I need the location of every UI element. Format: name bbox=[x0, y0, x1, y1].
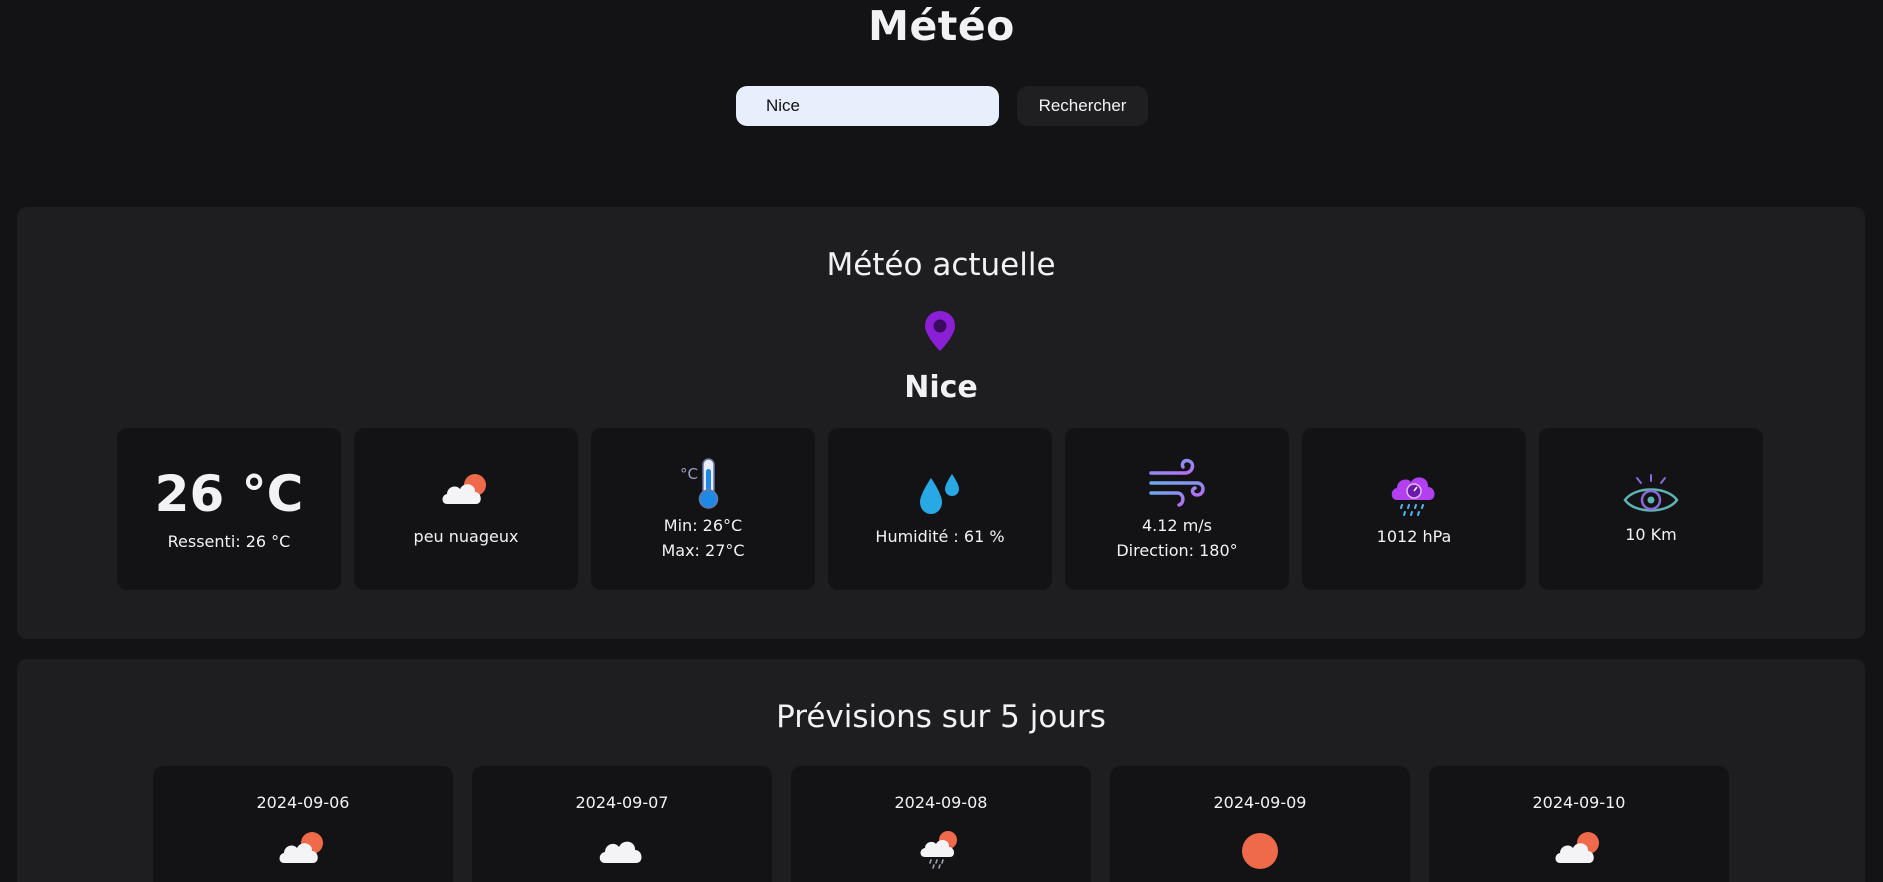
pressure-card: 1012 hPa bbox=[1302, 428, 1526, 590]
temperature-min: Min: 26°C bbox=[663, 516, 743, 535]
wind-direction: Direction: 180° bbox=[1116, 541, 1238, 560]
current-weather-title: Météo actuelle bbox=[826, 247, 1056, 283]
search-bar: Rechercher bbox=[736, 86, 1148, 126]
thermometer-icon: °C bbox=[680, 458, 719, 509]
cloud-sun-icon bbox=[1555, 832, 1599, 863]
visibility-value: 10 Km bbox=[1625, 524, 1677, 544]
feels-like-label: Ressenti: 26 °C bbox=[167, 531, 291, 551]
current-weather-panel: Météo actuelle Nice 26 °C Ressenti: 26 °… bbox=[17, 207, 1865, 639]
forecast-day-card: 2024-09-09 bbox=[1110, 766, 1410, 882]
forecast-day-card: 2024-09-08 bbox=[791, 766, 1091, 882]
wind-card: 4.12 m/s Direction: 180° bbox=[1065, 428, 1289, 590]
app-title: Météo bbox=[868, 2, 1015, 50]
humidity-value: Humidité : 61 % bbox=[875, 526, 1005, 546]
forecast-date: 2024-09-10 bbox=[1532, 793, 1626, 812]
forecast-cards: 2024-09-06 2024-09-07 2024-09-08 2024-09… bbox=[153, 766, 1729, 882]
rain-cloud-sun-icon bbox=[920, 831, 957, 869]
visibility-card: 10 Km bbox=[1539, 428, 1763, 590]
weather-description: peu nuageux bbox=[413, 526, 519, 546]
storm-cloud-icon bbox=[1391, 476, 1435, 516]
temperature-value: 26 °C bbox=[154, 464, 304, 523]
forecast-date: 2024-09-09 bbox=[1213, 793, 1307, 812]
water-drops-icon bbox=[920, 473, 959, 514]
forecast-date: 2024-09-08 bbox=[894, 793, 988, 812]
forecast-panel: Prévisions sur 5 jours 2024-09-06 2024-0… bbox=[17, 659, 1865, 882]
forecast-day-card: 2024-09-10 bbox=[1429, 766, 1729, 882]
humidity-card: Humidité : 61 % bbox=[828, 428, 1052, 590]
temperature-card: 26 °C Ressenti: 26 °C bbox=[117, 428, 341, 590]
city-name: Nice bbox=[904, 370, 978, 405]
description-card: peu nuageux bbox=[354, 428, 578, 590]
search-button[interactable]: Rechercher bbox=[1017, 86, 1148, 126]
search-input[interactable] bbox=[736, 86, 999, 126]
min-max-card: °C Min: 26°C Max: 27°C bbox=[591, 428, 815, 590]
forecast-date: 2024-09-06 bbox=[256, 793, 350, 812]
current-weather-cards: 26 °C Ressenti: 26 °C peu nuageux °C Min… bbox=[117, 428, 1763, 590]
pressure-value: 1012 hPa bbox=[1376, 526, 1452, 546]
forecast-day-card: 2024-09-07 bbox=[472, 766, 772, 882]
forecast-title: Prévisions sur 5 jours bbox=[776, 699, 1106, 735]
location-pin-icon bbox=[925, 311, 955, 351]
forecast-date: 2024-09-07 bbox=[575, 793, 669, 812]
sun-icon bbox=[1242, 833, 1278, 869]
temperature-max: Max: 27°C bbox=[661, 541, 745, 560]
forecast-day-card: 2024-09-06 bbox=[153, 766, 453, 882]
wind-speed: 4.12 m/s bbox=[1141, 516, 1213, 535]
cloud-icon bbox=[599, 841, 642, 863]
wind-icon bbox=[1149, 458, 1205, 507]
cloud-sun-icon bbox=[442, 473, 486, 504]
cloud-sun-icon bbox=[279, 832, 323, 863]
svg-text:°C: °C bbox=[680, 465, 698, 483]
eye-icon bbox=[1623, 473, 1679, 512]
